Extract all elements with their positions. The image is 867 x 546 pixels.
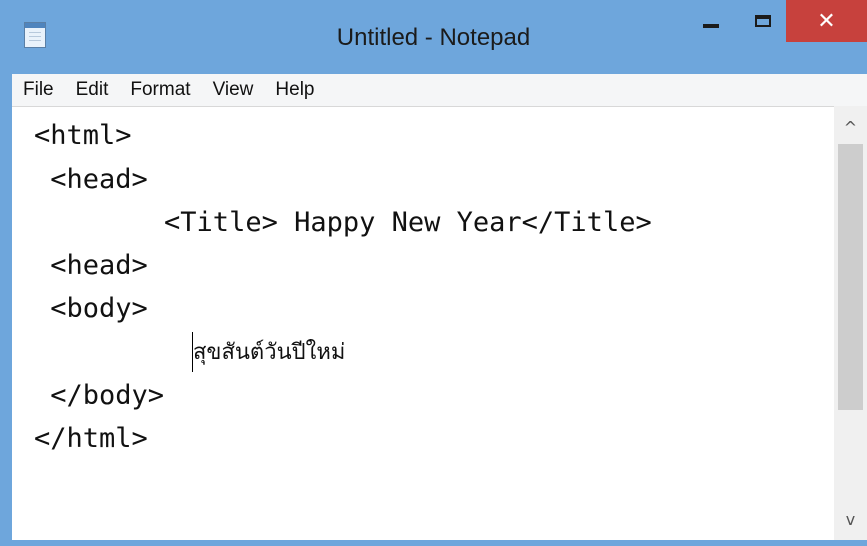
scroll-thumb[interactable] (838, 144, 863, 410)
menu-file[interactable]: File (12, 74, 65, 106)
scroll-down-button[interactable]: v (834, 502, 867, 536)
editor-line: <html> (34, 120, 132, 151)
scroll-up-button[interactable]: ^ (834, 110, 867, 144)
close-icon: ✕ (817, 8, 836, 34)
menu-edit[interactable]: Edit (65, 74, 120, 106)
editor-line: </html> (34, 423, 148, 454)
editor-line: <Title> Happy New Year</Title> (34, 207, 652, 238)
notepad-window: Untitled - Notepad ✕ File Edit Format Vi… (0, 0, 867, 546)
minimize-icon (703, 24, 719, 28)
editor-line: <head> (34, 250, 148, 281)
editor-line: <body> (34, 293, 148, 324)
minimize-button[interactable] (688, 0, 734, 42)
title-bar[interactable]: Untitled - Notepad ✕ (0, 0, 867, 74)
menu-bar: File Edit Format View Help (12, 74, 867, 106)
editor-line: <head> (34, 164, 148, 195)
window-title: Untitled - Notepad (336, 24, 531, 51)
editor-line: สุขสันต์วันปีใหม่ (193, 340, 346, 365)
text-editor[interactable]: <html> <head> <Title> Happy New Year</Ti… (12, 106, 834, 541)
menu-help[interactable]: Help (264, 74, 325, 106)
text-caret (192, 332, 193, 372)
chevron-up-icon: ^ (843, 117, 858, 137)
vertical-scrollbar[interactable]: ^ v (834, 106, 867, 540)
close-button[interactable]: ✕ (786, 0, 867, 42)
maximize-icon (755, 15, 771, 27)
window-bottom-border (0, 540, 867, 546)
chevron-down-icon: v (845, 509, 856, 529)
menu-format[interactable]: Format (119, 74, 201, 106)
window-left-border (0, 74, 12, 546)
maximize-button[interactable] (740, 0, 786, 42)
editor-line: </body> (34, 380, 165, 411)
menu-view[interactable]: View (202, 74, 265, 106)
